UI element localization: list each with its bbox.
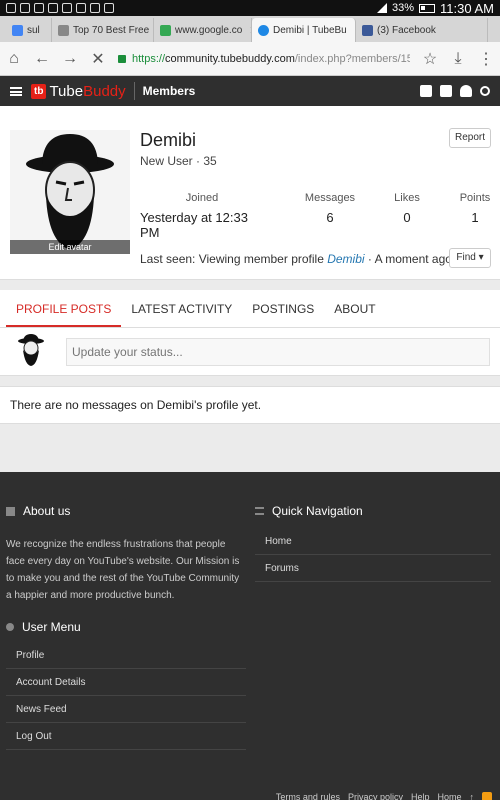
mini-avatar (18, 334, 44, 366)
browser-tab[interactable]: Top 70 Best Free ✕ (52, 18, 154, 42)
check-icon (48, 3, 58, 13)
user-menu-log-out[interactable]: Log Out (6, 723, 246, 750)
person-icon (6, 623, 14, 631)
browser-tab[interactable]: (3) Facebook (356, 18, 488, 42)
logo-text[interactable]: Tube (49, 83, 83, 100)
status-update-row (0, 328, 500, 376)
user-menu-heading: User Menu (6, 620, 81, 634)
search-icon[interactable] (480, 86, 490, 96)
avatar[interactable]: Edit avatar (10, 130, 130, 254)
hamburger-menu-icon[interactable] (10, 86, 22, 96)
facebook-icon (20, 3, 30, 13)
help-link[interactable]: Help (411, 792, 430, 800)
tab-profile-posts[interactable]: PROFILE POSTS (6, 290, 122, 327)
bookmark-star-icon[interactable]: ☆ (422, 49, 438, 69)
find-dropdown[interactable]: Find ▾ (449, 248, 491, 268)
home-link[interactable]: Home (437, 792, 461, 800)
notification-icons (6, 3, 114, 13)
whatsapp-icon (62, 3, 72, 13)
edit-avatar-link[interactable]: Edit avatar (10, 240, 130, 254)
profile-tabs: PROFILE POSTS LATEST ACTIVITY POSTINGS A… (0, 290, 500, 328)
rss-icon[interactable] (482, 792, 492, 800)
mail-icon[interactable] (440, 85, 452, 97)
google-favicon-icon (160, 24, 171, 36)
last-seen-link[interactable]: Demibi (327, 252, 364, 266)
footer-links: Terms and rules Privacy policy Help Home… (276, 792, 492, 800)
logo-badge[interactable]: tb (31, 83, 47, 99)
divider (133, 82, 135, 100)
joined-label: Joined (185, 192, 219, 204)
battery-percent: 33% (392, 2, 415, 14)
address-bar: ⌂ ← → ✕ https://community.tubebuddy.com/… (0, 42, 500, 76)
play-icon (34, 3, 44, 13)
google-favicon-icon (12, 24, 23, 36)
info-icon (6, 506, 15, 516)
loading-favicon-icon (258, 24, 269, 36)
about-text: We recognize the endless frustrations th… (6, 539, 240, 601)
quick-nav-home[interactable]: Home (255, 528, 491, 555)
messages-value[interactable]: 6 (300, 210, 360, 225)
signal-icon (377, 3, 387, 13)
site-header: tb Tube Buddy Members (0, 76, 500, 106)
user-title: New User · 35 (140, 154, 217, 168)
section-title[interactable]: Members (143, 84, 196, 98)
back-arrow-icon[interactable]: ← (34, 50, 50, 68)
download-icon[interactable]: ⤓ (450, 50, 466, 68)
last-seen-text: Last seen: Viewing member profile Demibi… (140, 252, 452, 266)
camera-icon (6, 3, 16, 13)
bearded-man-avatar-icon (26, 134, 114, 250)
points-value[interactable]: 1 (452, 210, 498, 225)
report-button[interactable]: Report (449, 128, 491, 148)
scroll-top-icon[interactable]: ↑ (470, 792, 475, 800)
site-footer: About us We recognize the endless frustr… (0, 472, 500, 800)
no-messages-notice: There are no messages on Demibi's profil… (0, 386, 500, 424)
browser-tab[interactable]: www.google.co ✕ (154, 18, 252, 42)
profile-card: Edit avatar Demibi New User · 35 Report … (0, 106, 500, 280)
browser-tab-strip: sul Top 70 Best Free ✕ www.google.co ✕ D… (0, 16, 500, 42)
user-menu-profile[interactable]: Profile (6, 642, 246, 669)
menu-icon (255, 507, 264, 515)
privacy-link[interactable]: Privacy policy (348, 792, 403, 800)
battery-icon (419, 3, 436, 13)
user-avatar-icon[interactable] (420, 85, 432, 97)
points-label: Points (459, 192, 491, 204)
clock: 11:30 AM (440, 0, 494, 16)
mail-icon (76, 3, 86, 13)
chevron-down-icon: ▾ (478, 252, 484, 263)
url-field[interactable]: https://community.tubebuddy.com/index.ph… (118, 53, 410, 65)
site-favicon-icon (58, 24, 69, 36)
likes-value[interactable]: 0 (382, 210, 432, 225)
overflow-menu-icon[interactable]: ⋮ (478, 49, 494, 69)
tab-postings[interactable]: POSTINGS (242, 290, 324, 327)
about-heading: About us (6, 504, 70, 518)
status-update-input[interactable] (66, 338, 490, 366)
browser-tab-active[interactable]: Demibi | TubeBu ✕ (252, 18, 356, 42)
bell-icon[interactable] (460, 85, 472, 97)
logo-text-accent[interactable]: Buddy (83, 83, 126, 100)
app-icon (104, 3, 114, 13)
user-menu-news-feed[interactable]: News Feed (6, 696, 246, 723)
joined-value: Yesterday at 12:33 PM (140, 210, 248, 240)
profile-username: Demibi (140, 130, 197, 150)
facebook-favicon-icon (362, 24, 373, 36)
browser-tab[interactable]: sul (6, 18, 52, 42)
messages-label: Messages (304, 192, 356, 204)
stop-loading-icon[interactable]: ✕ (90, 49, 106, 69)
user-menu: Profile Account Details News Feed Log Ou… (6, 642, 246, 750)
home-icon[interactable]: ⌂ (6, 50, 22, 68)
quick-nav-forums[interactable]: Forums (255, 555, 491, 582)
quick-nav-heading: Quick Navigation (255, 504, 363, 518)
quick-nav: Home Forums (255, 528, 491, 582)
lock-icon (118, 54, 126, 63)
likes-label: Likes (394, 192, 420, 204)
tab-about[interactable]: ABOUT (324, 290, 385, 327)
status-bar: 33% 11:30 AM (0, 0, 500, 16)
forward-arrow-icon[interactable]: → (62, 50, 78, 68)
tab-latest-activity[interactable]: LATEST ACTIVITY (121, 290, 242, 327)
user-menu-account-details[interactable]: Account Details (6, 669, 246, 696)
terms-link[interactable]: Terms and rules (276, 792, 340, 800)
youtube-icon (90, 3, 100, 13)
